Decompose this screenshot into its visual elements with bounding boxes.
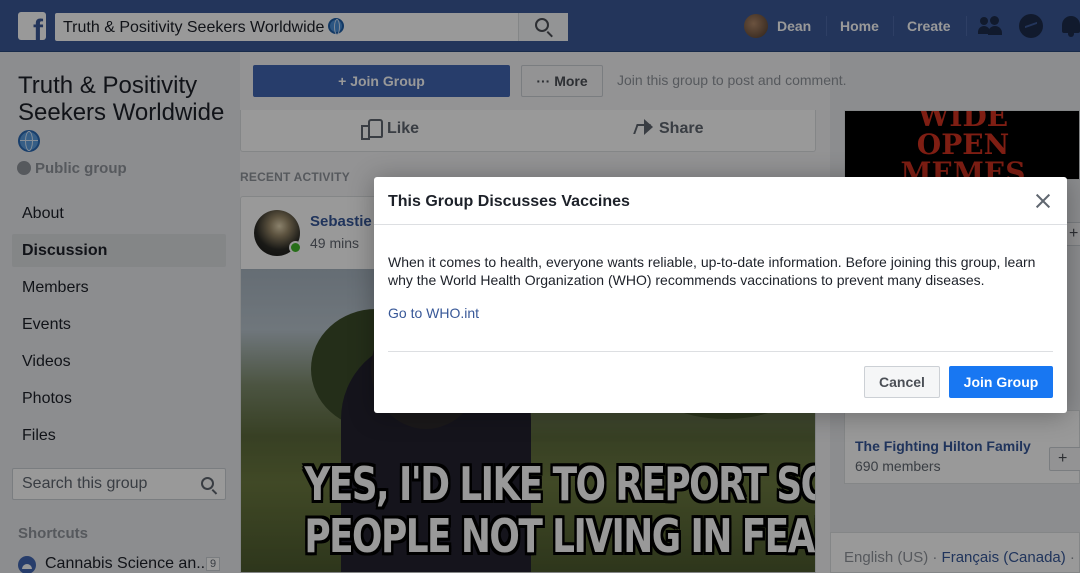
dialog-join-group-button[interactable]: Join Group (949, 366, 1053, 398)
who-website-link[interactable]: Go to WHO.int (388, 305, 479, 321)
dialog-title: This Group Discusses Vaccines (388, 193, 630, 210)
dialog-divider (388, 351, 1053, 352)
close-icon[interactable] (1033, 191, 1053, 211)
cancel-button[interactable]: Cancel (864, 366, 940, 398)
dialog-body-text: When it comes to health, everyone wants … (388, 254, 1036, 288)
dialog-header: This Group Discusses Vaccines (374, 177, 1067, 225)
vaccine-info-dialog: This Group Discusses Vaccines When it co… (374, 177, 1067, 413)
